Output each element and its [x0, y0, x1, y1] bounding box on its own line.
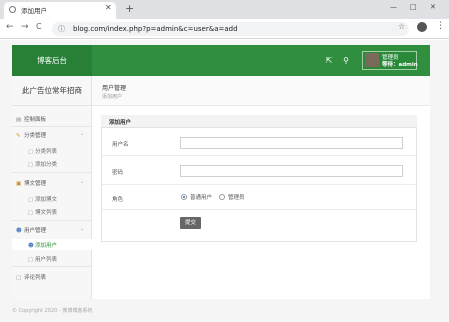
- username-label: 用户名: [112, 142, 129, 148]
- new-tab-button[interactable]: +: [125, 2, 134, 15]
- sidebar-item-label: 添加博文: [35, 197, 58, 203]
- page-title: 用户管理: [102, 85, 127, 92]
- sidebar-subitem-category-add[interactable]: ▢ 添加分类: [28, 160, 57, 168]
- sidebar-item-category[interactable]: ✎ 分类管理: [16, 131, 46, 139]
- role-admin-label[interactable]: 管理员: [228, 193, 245, 201]
- role-normal-radio[interactable]: [181, 194, 187, 200]
- sidebar-item-label: 博文列表: [35, 210, 58, 216]
- sidebar-subitem-category-list[interactable]: ▢ 分类列表: [28, 147, 57, 155]
- account-avatar-icon[interactable]: [417, 22, 427, 32]
- role-admin-radio[interactable]: [219, 194, 225, 200]
- search-icon[interactable]: ⚲: [338, 53, 354, 68]
- brand-logo[interactable]: 博客后台: [12, 45, 92, 76]
- forward-icon[interactable]: →: [21, 22, 29, 32]
- back-icon[interactable]: ←: [6, 22, 14, 32]
- form-panel: [101, 115, 417, 242]
- info-icon: ⓘ: [58, 25, 65, 33]
- sidebar-subitem-user-add[interactable]: ☻添加用户: [28, 241, 57, 249]
- sidebar-subitem-user-list[interactable]: ▢ 用户列表: [28, 255, 57, 263]
- copyright-text: © Copyright 2020 - 微博博客系统: [12, 308, 93, 314]
- sidebar-item-label: 控制面板: [24, 117, 47, 123]
- sidebar-item-comments[interactable]: ▢ 评论列表: [16, 273, 46, 281]
- sidebar-item-dashboard[interactable]: ▤ 控制面板: [16, 115, 46, 123]
- chevron-down-icon: ⌄: [80, 226, 85, 232]
- sidebar-item-label: 用户管理: [24, 228, 47, 234]
- sidebar-ad[interactable]: 此广告位常年招商: [12, 76, 92, 106]
- sidebar-item-label: 添加分类: [35, 162, 58, 168]
- user-role: 等待：admin: [382, 62, 418, 68]
- avatar: [365, 53, 379, 67]
- role-normal-label[interactable]: 普通用户: [190, 193, 212, 201]
- address-text: blog.com/index.php?p=admin&c=user&a=add: [73, 25, 238, 33]
- sidebar-item-user[interactable]: ☻ 用户管理: [16, 226, 46, 234]
- reload-icon[interactable]: C: [36, 22, 42, 31]
- password-label: 密码: [112, 170, 124, 176]
- window-maximize-button[interactable]: □: [410, 3, 417, 11]
- username-field[interactable]: [180, 137, 403, 149]
- comment-icon: ▢: [16, 275, 22, 281]
- divider: [102, 209, 416, 210]
- sidebar-item-label: 评论列表: [24, 275, 47, 281]
- tab-favicon-icon: [9, 6, 16, 13]
- divider: [102, 184, 416, 185]
- sidebar-item-label: 分类管理: [24, 133, 47, 139]
- tab-close-icon[interactable]: ✕: [105, 3, 112, 12]
- document-icon: ▣: [16, 181, 22, 187]
- list-icon: ▢: [28, 210, 34, 216]
- user-icon: ☻: [16, 228, 22, 234]
- divider: [12, 126, 92, 127]
- panel-title: 添加用户: [109, 120, 132, 126]
- chevron-down-icon: ⌄: [80, 131, 85, 137]
- sidebar-item-article[interactable]: ▣ 博文管理: [16, 179, 46, 187]
- tab-title: 添加用户: [21, 7, 47, 15]
- sidebar-subitem-article-list[interactable]: ▢ 博文列表: [28, 208, 57, 216]
- window-close-button[interactable]: ✕: [430, 3, 436, 11]
- page-header: [92, 76, 430, 106]
- page-subtitle: 添加用户: [102, 94, 123, 100]
- password-field[interactable]: [180, 165, 403, 177]
- external-link-icon[interactable]: ⇱: [321, 53, 337, 68]
- bookmark-star-icon[interactable]: ☆: [398, 22, 405, 31]
- role-label: 角色: [112, 197, 124, 203]
- add-icon: ▢: [28, 197, 34, 203]
- panel-header: [101, 115, 417, 128]
- sidebar-item-label: 用户列表: [35, 257, 58, 263]
- submit-button[interactable]: 提交: [180, 217, 201, 229]
- sidebar-subitem-article-add[interactable]: ▢ 添加博文: [28, 195, 57, 203]
- list-icon: ▢: [28, 257, 34, 263]
- list-icon: ▢: [28, 149, 34, 155]
- sidebar-item-label: 添加用户: [35, 243, 58, 249]
- divider: [12, 172, 92, 173]
- add-icon: ▢: [28, 162, 34, 168]
- divider: [12, 266, 92, 267]
- divider: [12, 220, 92, 221]
- window-minimize-button[interactable]: —: [390, 3, 397, 11]
- brush-icon: ✎: [16, 133, 21, 139]
- dashboard-icon: ▤: [16, 117, 22, 123]
- chevron-down-icon: ⌄: [80, 179, 85, 185]
- sidebar-item-label: 分类列表: [35, 149, 58, 155]
- sidebar-item-label: 博文管理: [24, 181, 47, 187]
- divider: [102, 155, 416, 156]
- add-user-icon: ☻: [28, 243, 34, 249]
- browser-menu-icon[interactable]: ⋮: [436, 21, 445, 31]
